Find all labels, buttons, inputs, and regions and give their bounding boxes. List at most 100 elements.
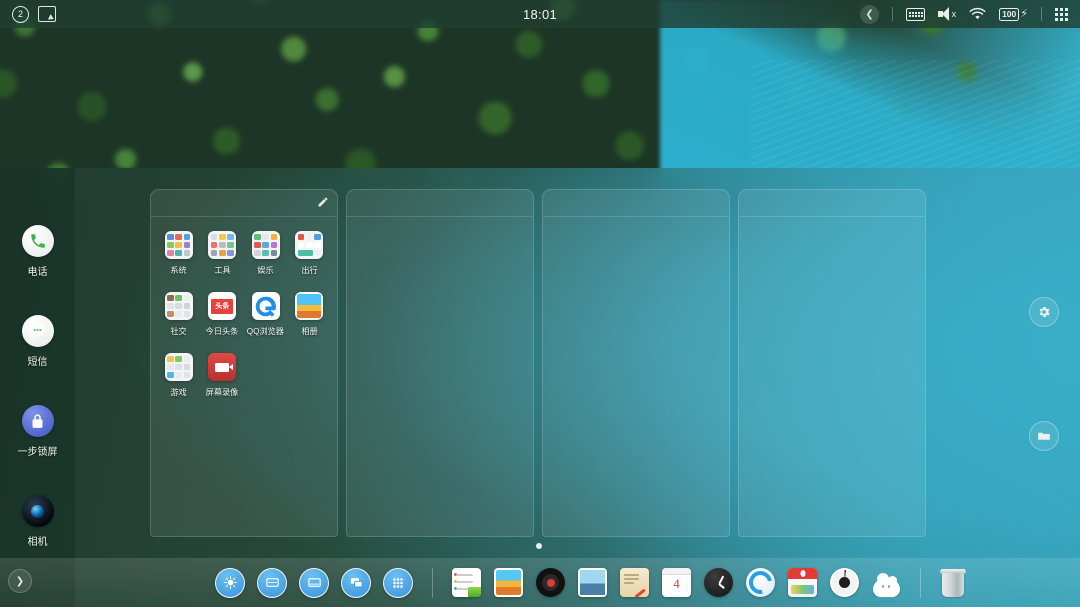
lightning-bolt-icon: ⚡	[1020, 7, 1028, 20]
page-header	[347, 190, 533, 217]
bottom-dock: 4	[0, 558, 1080, 607]
calendar-day: 4	[673, 576, 680, 591]
dock-app-browser[interactable]	[744, 566, 777, 599]
desktop-pages: 系统 工具 娱乐 出行 社交 头条 今日头条 QQ浏览器 相册 游戏 屏幕录像	[150, 189, 926, 537]
keyboard-icon[interactable]	[906, 7, 926, 21]
app-label: 娱乐	[257, 265, 274, 275]
dock-app-clock[interactable]	[704, 568, 733, 597]
dock-multi-window-button[interactable]	[341, 567, 371, 598]
chevron-left-icon[interactable]: ❮	[860, 4, 880, 24]
sidebar-item-phone[interactable]: 电话	[3, 225, 73, 278]
app-label: 屏幕录像	[205, 387, 239, 397]
app-label: 工具	[214, 265, 231, 275]
qq-browser-icon	[251, 292, 280, 320]
dock-app-photos[interactable]	[494, 568, 523, 597]
app-label: 今日头条	[205, 326, 239, 336]
desktop-app-qq-browser[interactable]: QQ浏览器	[244, 292, 288, 337]
grid-icon	[393, 577, 403, 588]
desktop-app-toutiao[interactable]: 头条 今日头条	[201, 292, 245, 337]
window-icon	[265, 578, 279, 587]
left-dock: 电话 短信 一步锁屏 相机	[0, 225, 75, 548]
page-header	[543, 190, 729, 217]
desktop-page-2[interactable]	[346, 189, 534, 537]
desktop-app-screen-recorder[interactable]: 屏幕录像	[201, 353, 245, 398]
sidebar-item-lock-screen[interactable]: 一步锁屏	[3, 405, 73, 458]
toutiao-icon: 头条	[208, 292, 237, 320]
dock-all-apps-button[interactable]	[383, 567, 413, 598]
phone-icon	[21, 225, 54, 257]
battery-level: 100	[999, 7, 1020, 21]
dock-app-image-viewer[interactable]	[578, 568, 607, 597]
desktop-app-system[interactable]: 系统	[157, 231, 201, 276]
mute-mark: x	[951, 9, 957, 19]
desktop-app-travel[interactable]: 出行	[288, 231, 332, 276]
dock-divider	[432, 567, 433, 598]
page-header	[151, 190, 337, 217]
desktop-screen: 2 18:01 ❮ x 100 ⚡ 电话 短信 一步锁屏 相机 系统 工具 娱乐…	[0, 0, 1080, 607]
desktop-app-album[interactable]: 相册	[288, 292, 332, 337]
folder-icon	[208, 231, 237, 259]
cloud-icon	[873, 573, 900, 597]
desktop-page-4[interactable]	[738, 189, 926, 537]
dock-home-button[interactable]	[215, 567, 245, 598]
sidebar-item-label: 电话	[27, 267, 48, 278]
floating-files-button[interactable]	[1029, 421, 1059, 451]
dock-app-calendar[interactable]: 4	[662, 568, 691, 597]
dock-window-button[interactable]	[257, 567, 287, 598]
photos-icon	[295, 292, 324, 320]
dock-task-view-button[interactable]	[299, 567, 329, 598]
status-bar: 2 18:01 ❮ x 100 ⚡	[0, 0, 1080, 28]
app-label: 社交	[170, 326, 187, 336]
folder-badge-icon	[468, 587, 481, 597]
page-indicator-dot[interactable]	[536, 543, 542, 549]
gear-icon	[1039, 306, 1050, 318]
dock-app-settings[interactable]	[830, 568, 859, 597]
divider	[892, 7, 894, 21]
dock-app-list: 4	[452, 566, 901, 599]
message-icon	[21, 315, 54, 347]
dock-app-notes[interactable]	[620, 568, 649, 597]
dock-content: 4	[0, 566, 966, 599]
trash-icon	[942, 572, 964, 597]
desktop-page-3[interactable]	[542, 189, 730, 537]
lock-icon	[21, 405, 54, 437]
page-header	[739, 190, 925, 217]
folder-icon	[164, 353, 193, 381]
sidebar-item-label: 相机	[27, 537, 48, 548]
app-label: 系统	[170, 265, 187, 275]
camera-icon	[21, 495, 54, 527]
dock-app-store[interactable]	[788, 568, 817, 597]
display-icon	[307, 578, 321, 587]
desktop-app-tools[interactable]: 工具	[201, 231, 245, 276]
app-label: 相册	[301, 326, 318, 336]
screen-recorder-icon	[208, 353, 237, 381]
dock-divider	[920, 567, 921, 598]
wifi-icon[interactable]	[969, 7, 986, 21]
desktop-app-games[interactable]: 游戏	[157, 353, 201, 398]
speaker-muted-icon[interactable]: x	[938, 7, 956, 21]
pencil-icon[interactable]	[317, 196, 329, 208]
sidebar-item-camera[interactable]: 相机	[3, 495, 73, 548]
folder-icon	[251, 231, 280, 259]
sidebar-item-label: 一步锁屏	[17, 447, 58, 458]
apps-grid-icon[interactable]	[1055, 7, 1068, 21]
dock-app-cloud[interactable]	[872, 568, 901, 597]
app-label: QQ浏览器	[247, 326, 285, 336]
pencil-icon	[634, 588, 646, 597]
circle-dot-icon	[223, 576, 237, 589]
dock-trash[interactable]	[940, 568, 966, 598]
battery-indicator[interactable]: 100 ⚡	[999, 7, 1028, 21]
desktop-page-1[interactable]: 系统 工具 娱乐 出行 社交 头条 今日头条 QQ浏览器 相册 游戏 屏幕录像	[150, 189, 338, 537]
folder-icon	[164, 292, 193, 320]
dock-app-files[interactable]	[452, 568, 481, 597]
dock-app-music[interactable]	[536, 568, 565, 597]
folder-icon	[164, 231, 193, 259]
layers-icon	[350, 578, 363, 588]
sidebar-item-label: 短信	[27, 357, 48, 368]
desktop-app-entertainment[interactable]: 娱乐	[244, 231, 288, 276]
folder-icon	[295, 231, 324, 259]
floating-settings-button[interactable]	[1029, 297, 1059, 327]
desktop-app-social[interactable]: 社交	[157, 292, 201, 337]
toutiao-badge: 头条	[211, 298, 234, 314]
sidebar-item-sms[interactable]: 短信	[3, 315, 73, 368]
